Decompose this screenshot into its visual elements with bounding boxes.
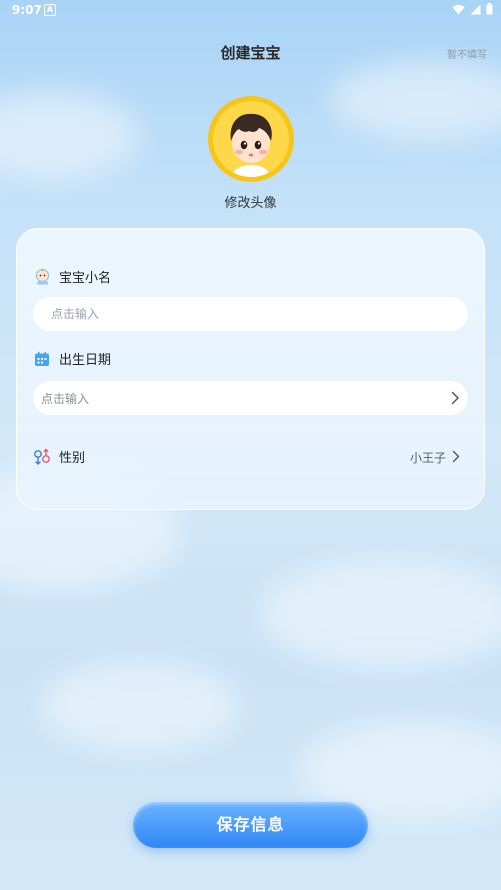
birthday-row-label: 出生日期 — [33, 349, 111, 368]
name-label: 宝宝小名 — [59, 271, 112, 286]
status-bar: 9:07 A — [0, 0, 501, 22]
birthday-picker[interactable]: 点击输入 — [33, 381, 468, 415]
avatar-image — [213, 101, 289, 177]
skip-button[interactable]: 暂不填写 — [447, 46, 487, 61]
birthday-label: 出生日期 — [59, 353, 112, 368]
gender-row-label: 性别 — [33, 447, 85, 466]
wifi-icon — [452, 4, 465, 15]
signal-icon — [470, 4, 481, 14]
gender-label: 性别 — [59, 451, 86, 466]
gender-value: 小王子 — [409, 451, 446, 465]
chevron-right-icon — [452, 450, 460, 463]
status-indicators — [452, 3, 493, 15]
baby-name-input[interactable] — [33, 297, 468, 331]
status-time: 9:07 — [12, 3, 42, 17]
gender-selector[interactable]: 小王子 — [370, 447, 460, 467]
baby-avatar-illustration — [230, 113, 272, 177]
battery-icon — [486, 3, 493, 15]
baby-icon — [33, 268, 51, 286]
chevron-right-icon — [451, 391, 459, 405]
gender-icon — [33, 448, 51, 466]
baby-info-card: 宝宝小名 出生日期 点击输入 — [16, 228, 485, 510]
change-avatar-label[interactable]: 修改头像 — [0, 192, 501, 211]
notification-icon: A — [44, 4, 56, 16]
name-row-label: 宝宝小名 — [33, 267, 111, 286]
avatar[interactable] — [208, 96, 294, 182]
page-title: 创建宝宝 — [220, 44, 281, 62]
save-info-button[interactable]: 保存信息 — [133, 802, 368, 848]
calendar-icon — [33, 350, 51, 368]
birthday-placeholder: 点击输入 — [41, 392, 90, 406]
header: 创建宝宝 暂不填写 — [0, 38, 501, 66]
